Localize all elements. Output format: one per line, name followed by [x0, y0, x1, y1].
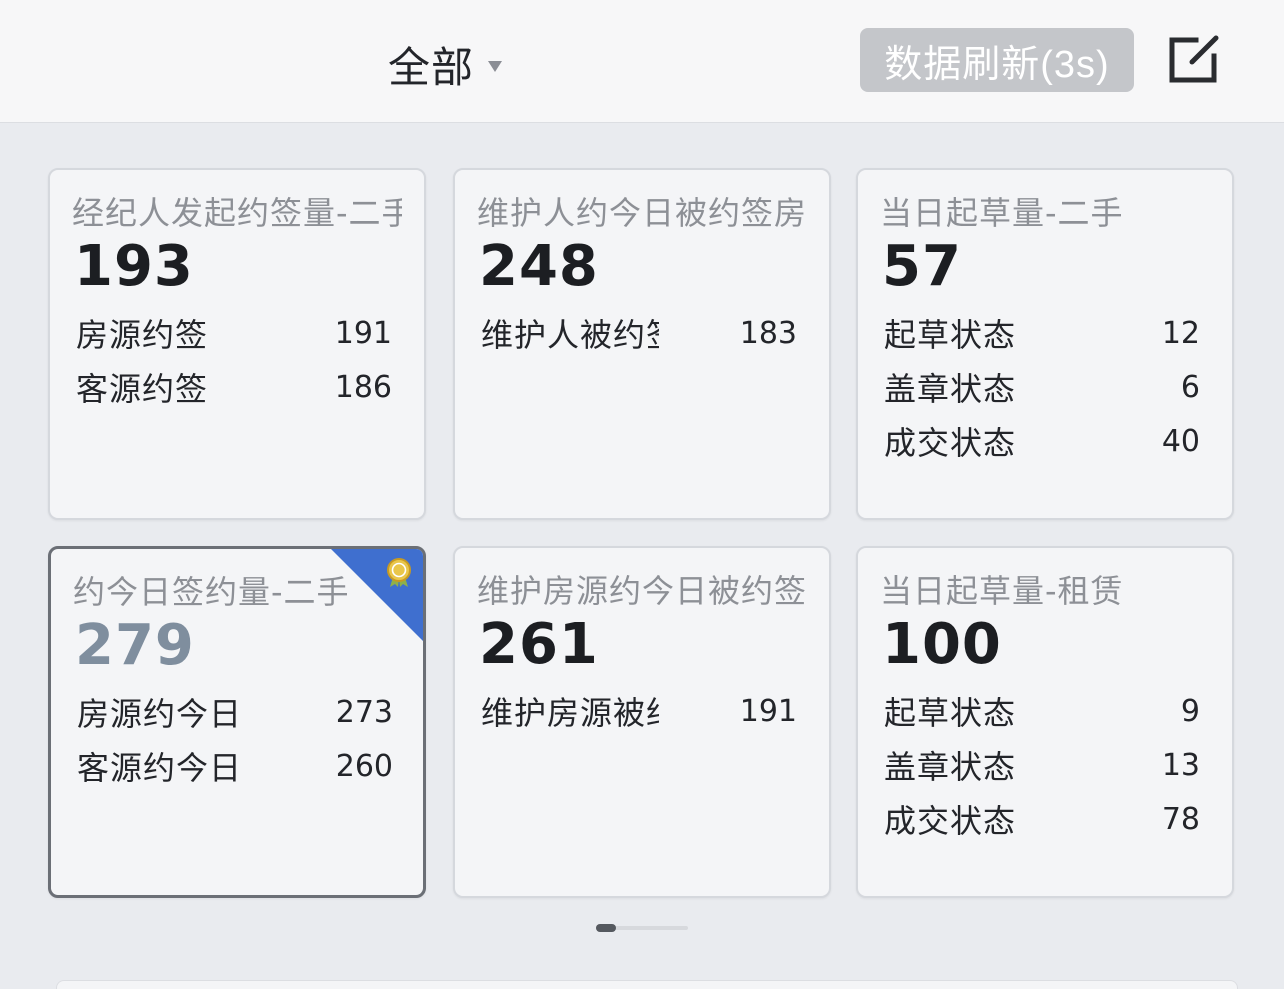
card-row: 房源约今日 273: [77, 685, 393, 739]
row-label: 盖章状态: [884, 370, 1017, 408]
card-rows: 房源约今日 273 客源约今日 260: [77, 685, 393, 793]
row-value: 183: [739, 315, 797, 351]
card-rows: 起草状态 9 盖章状态 13 成交状态 78: [884, 684, 1200, 846]
card-row: 客源约签 186: [76, 360, 392, 414]
row-label: 客源约签: [76, 370, 209, 408]
card-title: 当日起草量-租赁: [880, 572, 1124, 610]
stat-card[interactable]: 经纪人发起约签量-二手 193 房源约签 191 客源约签 186: [48, 168, 426, 520]
page-indicator-thumb: [596, 924, 616, 932]
filter-dropdown[interactable]: 全部: [388, 34, 503, 95]
row-value: 260: [335, 748, 393, 784]
row-value: 13: [1161, 747, 1200, 783]
stat-card-selected[interactable]: 约今日签约量-二手 279 房源约今日 273 客源约今日 260: [48, 546, 426, 898]
row-label: 维护房源被约: [481, 694, 659, 732]
row-value: 273: [335, 694, 393, 730]
card-row: 盖章状态 6: [884, 360, 1200, 414]
refresh-button[interactable]: 数据刷新(3s): [860, 28, 1134, 92]
card-row: 盖章状态 13: [884, 738, 1200, 792]
row-label: 起草状态: [884, 316, 1017, 354]
card-rows: 起草状态 12 盖章状态 6 成交状态 40: [884, 306, 1200, 468]
card-row: 成交状态 40: [884, 414, 1200, 468]
row-label: 维护人被约签: [481, 316, 659, 354]
card-rows: 房源约签 191 客源约签 186: [76, 306, 392, 414]
card-row: 客源约今日 260: [77, 739, 393, 793]
card-total: 193: [74, 234, 194, 299]
row-value: 12: [1161, 315, 1200, 351]
card-row: 维护房源被约 191: [481, 684, 797, 738]
card-title: 维护人约今日被约签房: [477, 194, 807, 232]
card-row: 维护人被约签 183: [481, 306, 797, 360]
card-row: 起草状态 12: [884, 306, 1200, 360]
card-title: 约今日签约量-二手: [73, 573, 350, 611]
stat-card[interactable]: 当日起草量-二手 57 起草状态 12 盖章状态 6 成交状态 40: [856, 168, 1234, 520]
row-value: 40: [1161, 423, 1200, 459]
medal-icon: [387, 558, 411, 587]
card-total: 261: [479, 612, 599, 677]
row-value: 6: [1180, 369, 1200, 405]
row-value: 186: [334, 369, 392, 405]
top-bar: 全部 数据刷新(3s): [0, 0, 1284, 123]
row-value: 9: [1180, 693, 1200, 729]
row-value: 78: [1161, 801, 1200, 837]
row-label: 房源约签: [76, 316, 209, 354]
stat-card[interactable]: 当日起草量-租赁 100 起草状态 9 盖章状态 13 成交状态 78: [856, 546, 1234, 898]
stat-card[interactable]: 维护人约今日被约签房 248 维护人被约签 183: [453, 168, 831, 520]
edit-square-icon[interactable]: [1166, 34, 1222, 86]
card-total: 100: [882, 612, 1002, 677]
card-row: 起草状态 9: [884, 684, 1200, 738]
card-total: 248: [479, 234, 599, 299]
card-title: 维护房源约今日被约签: [477, 572, 807, 610]
card-total: 279: [75, 613, 195, 678]
stat-card[interactable]: 维护房源约今日被约签 261 维护房源被约 191: [453, 546, 831, 898]
row-label: 客源约今日: [77, 749, 243, 787]
page-indicator[interactable]: [596, 924, 688, 932]
row-label: 成交状态: [884, 802, 1017, 840]
card-row: 成交状态 78: [884, 792, 1200, 846]
card-title: 当日起草量-二手: [880, 194, 1124, 232]
filter-label: 全部: [388, 43, 475, 92]
row-label: 成交状态: [884, 424, 1017, 462]
card-title: 经纪人发起约签量-二手: [72, 194, 402, 232]
row-value: 191: [334, 315, 392, 351]
card-rows: 维护房源被约 191: [481, 684, 797, 738]
card-row: 房源约签 191: [76, 306, 392, 360]
stats-grid: 经纪人发起约签量-二手 193 房源约签 191 客源约签 186 维护人约今日…: [48, 168, 1236, 900]
row-label: 起草状态: [884, 694, 1017, 732]
caret-down-icon: [488, 61, 503, 72]
card-rows: 维护人被约签 183: [481, 306, 797, 360]
row-value: 191: [739, 693, 797, 729]
card-total: 57: [882, 234, 962, 299]
row-label: 房源约今日: [77, 695, 243, 733]
row-label: 盖章状态: [884, 748, 1017, 786]
